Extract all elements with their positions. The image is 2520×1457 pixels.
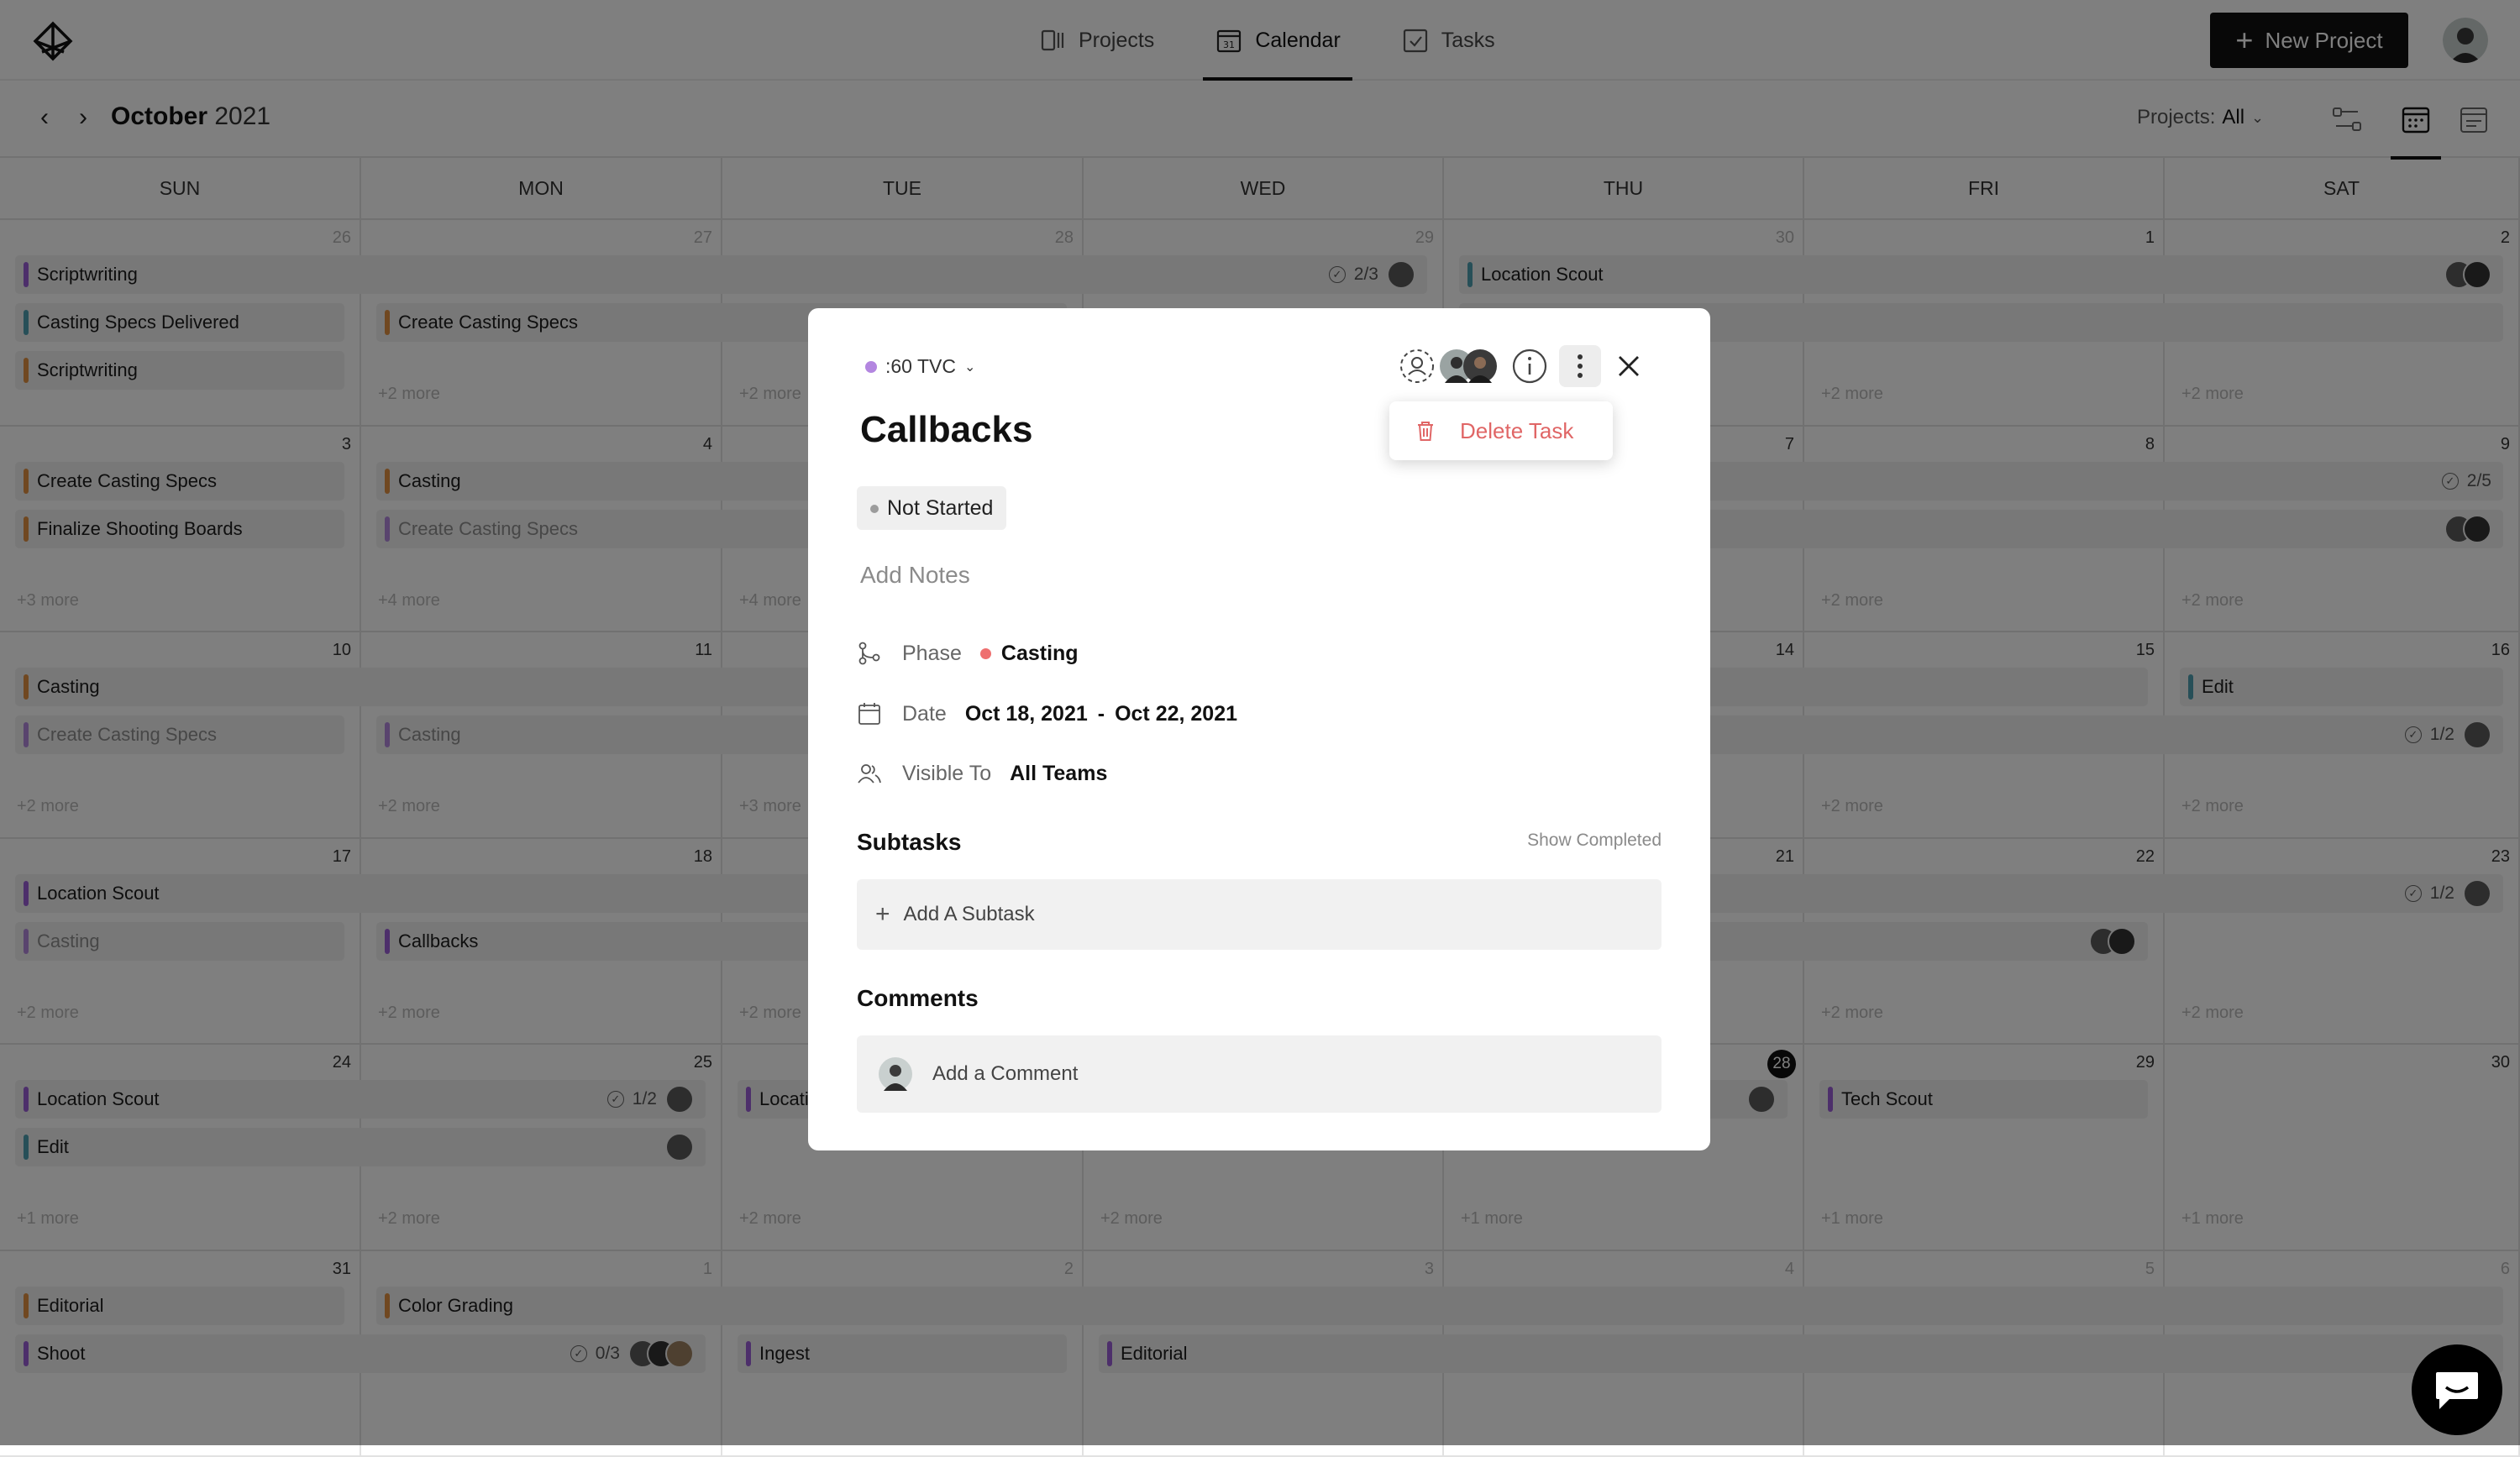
commenter-avatar (879, 1057, 912, 1091)
visibility-row[interactable]: Visible To All Teams (857, 755, 1107, 792)
project-selector[interactable]: :60 TVC ⌄ (865, 355, 975, 378)
comments-heading: Comments (857, 985, 979, 1012)
delete-task-menu-item[interactable]: Delete Task (1460, 418, 1573, 444)
users-icon (857, 761, 882, 786)
chevron-down-icon: ⌄ (964, 359, 975, 375)
visible-to-label: Visible To (902, 762, 991, 786)
show-completed-link[interactable]: Show Completed (1527, 831, 1662, 851)
phase-value: Casting (1001, 642, 1079, 666)
assign-user-button[interactable] (1396, 345, 1438, 387)
close-icon (1610, 348, 1647, 385)
task-title[interactable]: Callbacks (860, 409, 1032, 451)
end-date-value[interactable]: Oct 22, 2021 (1115, 702, 1237, 726)
add-subtask-label: Add A Subtask (904, 903, 1035, 926)
info-button[interactable] (1509, 345, 1551, 387)
calendar-icon (857, 701, 882, 726)
info-icon (1511, 348, 1548, 385)
add-comment-placeholder: Add a Comment (932, 1062, 1078, 1086)
task-status-badge[interactable]: Not Started (857, 486, 1006, 530)
task-options-menu: Delete Task (1389, 401, 1613, 460)
plus-icon: + (875, 900, 890, 929)
assignee-avatar (1463, 349, 1497, 383)
more-vertical-icon (1562, 348, 1599, 385)
date-separator: - (1098, 702, 1105, 726)
trash-icon (1413, 418, 1438, 443)
visible-to-value: All Teams (1010, 762, 1107, 786)
add-comment-field[interactable]: Add a Comment (857, 1035, 1662, 1113)
start-date-value[interactable]: Oct 18, 2021 (965, 702, 1088, 726)
modal-header-actions (1396, 345, 1650, 387)
add-subtask-button[interactable]: + Add A Subtask (857, 879, 1662, 950)
phase-branch-icon (857, 641, 882, 666)
task-notes-field[interactable]: Add Notes (860, 562, 970, 589)
phase-label: Phase (902, 642, 962, 666)
more-options-button[interactable] (1559, 345, 1601, 387)
subtasks-heading: Subtasks (857, 829, 962, 856)
date-label: Date (902, 702, 947, 726)
date-row[interactable]: Date Oct 18, 2021 - Oct 22, 2021 (857, 695, 1237, 732)
assignee-avatars[interactable] (1440, 349, 1497, 383)
add-assignee-icon (1399, 348, 1436, 385)
chat-support-button[interactable] (2412, 1344, 2502, 1435)
project-name: :60 TVC (885, 355, 956, 378)
close-modal-button[interactable] (1608, 345, 1650, 387)
phase-color-dot (980, 648, 991, 659)
project-color-dot (865, 361, 877, 373)
chat-bubble-icon (2431, 1364, 2483, 1416)
phase-row[interactable]: Phase Casting (857, 635, 1079, 672)
